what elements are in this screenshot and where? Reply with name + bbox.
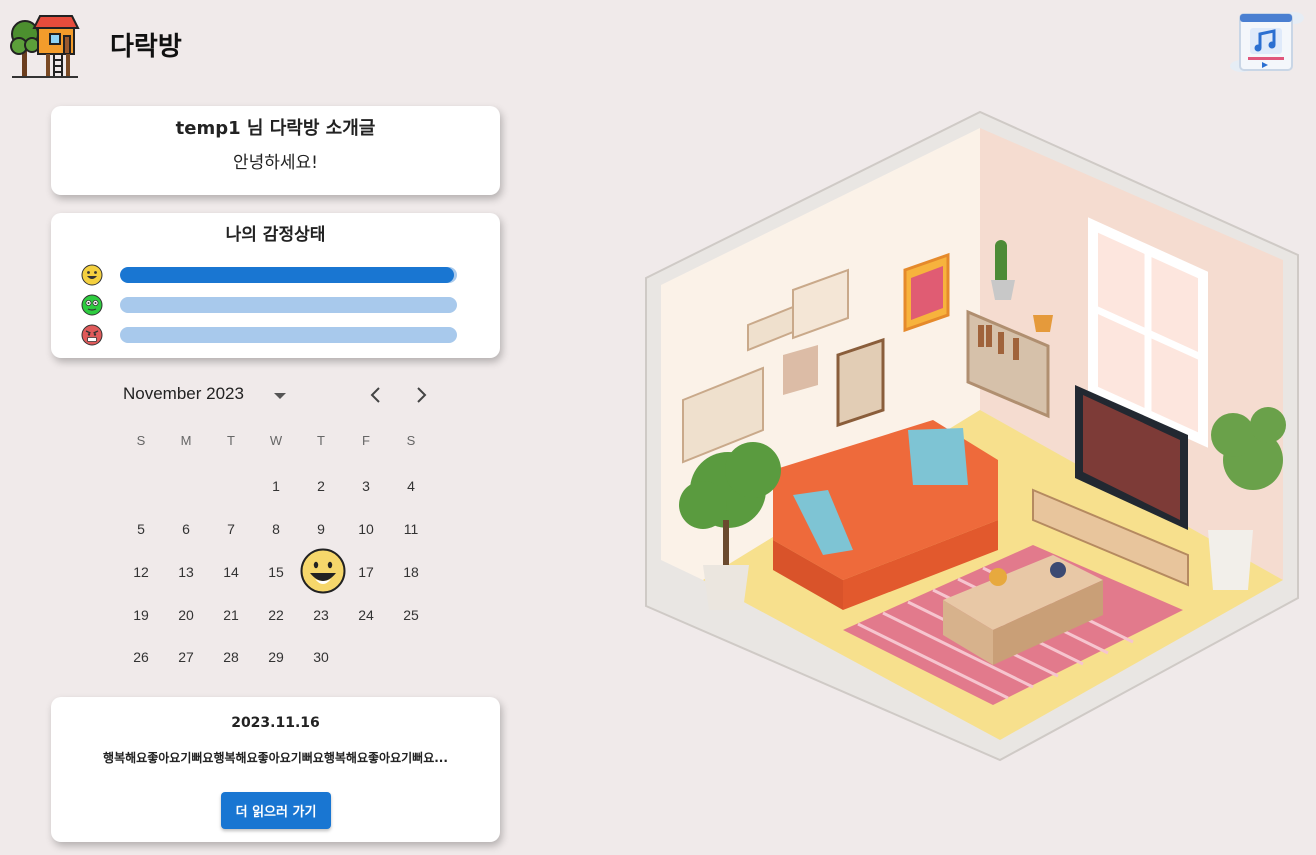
weekday-label: F (362, 433, 370, 448)
treehouse-logo-icon (10, 12, 82, 82)
calendar-day[interactable]: 2 (303, 468, 339, 504)
calendar-day[interactable]: 15 (258, 554, 294, 590)
calendar-day[interactable]: 14 (213, 554, 249, 590)
read-more-button[interactable]: 더 읽으러 가기 (221, 792, 331, 829)
angry-level-bar (120, 327, 457, 343)
calendar-day[interactable]: 17 (348, 554, 384, 590)
diary-card: 2023.11.16 행복해요좋아요기뻐요행복해요좋아요기뻐요행복해요좋아요기뻐… (51, 697, 500, 842)
calendar-day[interactable]: 26 (123, 639, 159, 675)
calendar-day-16-happy-icon[interactable] (300, 548, 346, 594)
calendar-day[interactable]: 8 (258, 511, 294, 547)
emotion-row-calm (81, 294, 461, 316)
emotion-row-happy (81, 264, 461, 286)
calendar-day[interactable]: 4 (393, 468, 429, 504)
caret-down-icon[interactable] (271, 386, 289, 404)
calendar-day[interactable]: 28 (213, 639, 249, 675)
calendar-day[interactable]: 10 (348, 511, 384, 547)
calendar-day[interactable]: 11 (393, 511, 429, 547)
calm-level-bar (120, 297, 457, 313)
calendar-day[interactable]: 22 (258, 597, 294, 633)
calendar-day[interactable]: 9 (303, 511, 339, 547)
emotion-heading: 나의 감정상태 (225, 225, 326, 245)
weekday-label: S (406, 433, 416, 448)
weekday-label: W (269, 433, 283, 448)
calendar-day[interactable]: 19 (123, 597, 159, 633)
happy-level-bar (120, 267, 457, 283)
calendar-day[interactable]: 23 (303, 597, 339, 633)
app-title: 다락방 (110, 32, 182, 62)
weekday-label: M (180, 433, 192, 448)
intro-text: 안녕하세요! (232, 153, 318, 173)
diary-preview: 행복해요좋아요기뻐요행복해요좋아요기뻐요행복해요좋아요기뻐요... (103, 751, 448, 765)
calendar-day[interactable]: 25 (393, 597, 429, 633)
calendar-day[interactable]: 12 (123, 554, 159, 590)
weekday-label: T (227, 433, 235, 448)
intro-card: temp1 님 다락방 소개글 안녕하세요! (51, 106, 500, 195)
angry-face-icon (81, 324, 103, 346)
calendar-day[interactable]: 13 (168, 554, 204, 590)
calendar-month-label[interactable]: November 2023 (123, 384, 244, 404)
calendar-day[interactable]: 1 (258, 468, 294, 504)
calendar-day[interactable]: 21 (213, 597, 249, 633)
weekday-label: T (317, 433, 325, 448)
intro-heading: temp1 님 다락방 소개글 (175, 118, 376, 139)
calendar-day[interactable]: 6 (168, 511, 204, 547)
calendar-day[interactable]: 24 (348, 597, 384, 633)
calendar-day[interactable]: 29 (258, 639, 294, 675)
happy-level-fill (120, 267, 454, 283)
chevron-left-icon[interactable] (363, 382, 389, 408)
weekday-label: S (136, 433, 146, 448)
calendar-day[interactable]: 30 (303, 639, 339, 675)
calendar-day[interactable]: 3 (348, 468, 384, 504)
chevron-right-icon[interactable] (408, 382, 434, 408)
calendar-day[interactable]: 20 (168, 597, 204, 633)
happy-face-icon (81, 264, 103, 286)
emotion-row-angry (81, 324, 461, 346)
emotion-card: 나의 감정상태 (51, 213, 500, 358)
calendar-day[interactable]: 5 (123, 511, 159, 547)
isometric-living-room-image (643, 110, 1303, 762)
calendar-day[interactable]: 7 (213, 511, 249, 547)
diary-date: 2023.11.16 (231, 715, 320, 731)
music-player-icon[interactable] (1228, 10, 1306, 76)
calendar-day[interactable]: 18 (393, 554, 429, 590)
calm-face-icon (81, 294, 103, 316)
calendar-day[interactable]: 27 (168, 639, 204, 675)
